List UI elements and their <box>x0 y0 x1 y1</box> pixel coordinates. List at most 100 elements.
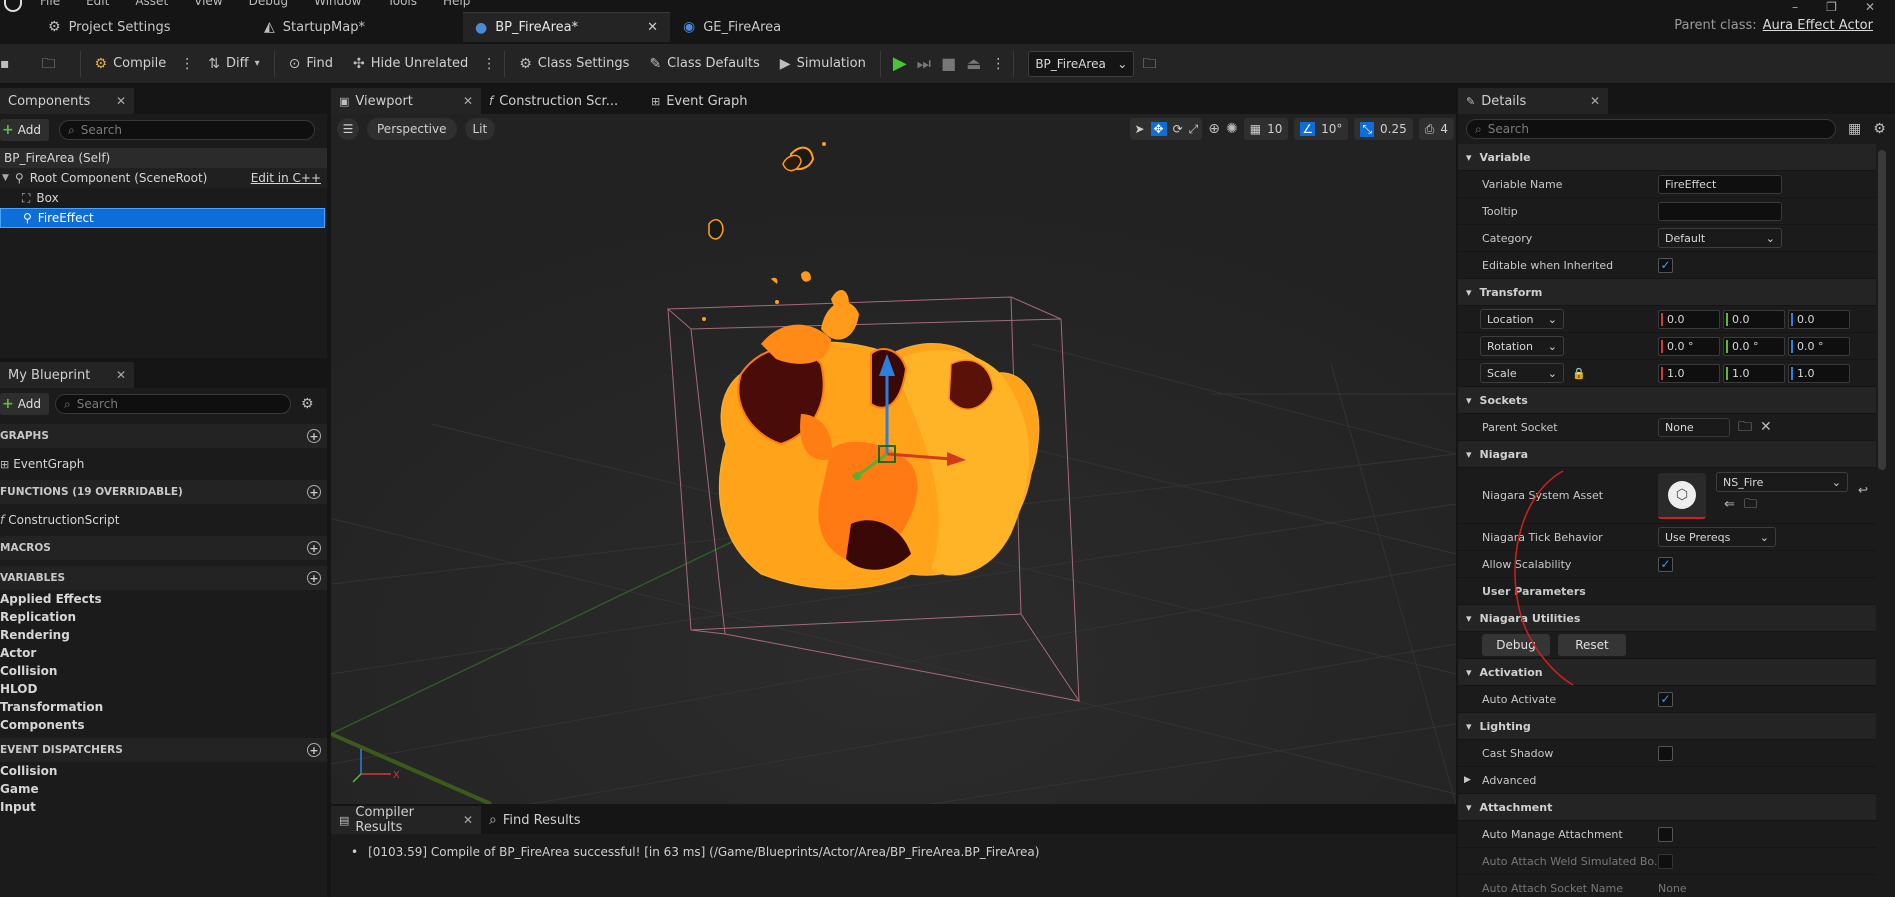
variable-category[interactable]: Replication <box>0 608 327 626</box>
sockets-section-header[interactable]: ▾ Sockets <box>1458 387 1876 414</box>
menu-debug[interactable]: Debug <box>249 0 288 8</box>
reset-to-default-icon[interactable]: ↩ <box>1858 484 1868 496</box>
eject-icon[interactable]: ⏏ <box>966 54 981 73</box>
variable-category[interactable]: Applied Effects <box>0 590 327 608</box>
variable-category[interactable]: Components <box>0 716 327 734</box>
tab-find-results[interactable]: ⌕ Find Results <box>481 806 601 834</box>
diff-button[interactable]: ⇅ Diff ▾ <box>202 49 265 79</box>
rotate-mode-icon[interactable]: ⟳ <box>1173 122 1183 136</box>
parent-socket-field[interactable]: None <box>1658 417 1730 437</box>
lighting-section-header[interactable]: ▾ Lighting <box>1458 713 1876 740</box>
scale-dropdown[interactable]: Scale ⌄ <box>1480 363 1564 383</box>
tab-project-settings[interactable]: ⚙ Project Settings <box>36 12 256 42</box>
viewport[interactable]: X ☰ Perspective Lit ➤ ✥ ⟳ ⤢ ⊕ ✺ ▦ 10 ∠ 1… <box>331 114 1456 804</box>
add-member-button[interactable]: + Add <box>0 393 49 415</box>
variables-header[interactable]: VARIABLES + <box>0 566 327 590</box>
translate-mode-icon[interactable]: ✥ <box>1150 122 1167 136</box>
dispatcher-category[interactable]: Input <box>0 798 327 816</box>
scale-mode-icon[interactable]: ⤢ <box>1189 122 1199 137</box>
variable-category[interactable]: HLOD <box>0 680 327 698</box>
graph-item-eventgraph[interactable]: ⊞ EventGraph <box>0 448 327 480</box>
functions-header[interactable]: FUNCTIONS (19 OVERRIDABLE) + <box>0 480 327 504</box>
compile-options-icon[interactable]: ⋮ <box>180 57 194 71</box>
close-window-icon[interactable]: ✕ <box>1865 0 1875 14</box>
lit-button[interactable]: Lit <box>464 118 496 140</box>
add-component-button[interactable]: + Add <box>0 119 49 141</box>
add-variable-icon[interactable]: + <box>307 571 321 585</box>
rotation-z-field[interactable]: 0.0 ° <box>1788 336 1850 356</box>
grid-snap-button[interactable]: ▦ 10 <box>1243 118 1289 140</box>
gear-icon[interactable]: ⚙ <box>1873 122 1886 136</box>
graphs-header[interactable]: GRAPHS + <box>0 424 327 448</box>
scale-z-field[interactable]: 1.0 <box>1788 363 1850 383</box>
location-y-field[interactable]: 0.0 <box>1723 309 1785 329</box>
variable-category[interactable]: Transformation <box>0 698 327 716</box>
editable-when-inherited-checkbox[interactable]: ✓ <box>1658 257 1673 273</box>
class-settings-button[interactable]: ⚙ Class Settings <box>513 49 635 79</box>
rotation-y-field[interactable]: 0.0 ° <box>1723 336 1785 356</box>
debug-filter-icon[interactable]: 🗀 <box>1142 57 1156 71</box>
tab-my-blueprint[interactable]: My Blueprint ✕ <box>0 362 134 388</box>
details-scrollbar[interactable] <box>1878 150 1886 470</box>
dispatcher-category[interactable]: Game <box>0 780 327 798</box>
variable-section-header[interactable]: ▾ Variable <box>1458 144 1876 171</box>
details-search-input[interactable]: ⌕ Search <box>1466 119 1836 139</box>
rotation-x-field[interactable]: 0.0 ° <box>1658 336 1720 356</box>
expand-arrow-icon[interactable]: ▼ <box>2 173 9 183</box>
compile-button[interactable]: ⚙ Compile <box>89 49 173 79</box>
menu-view[interactable]: View <box>194 0 222 8</box>
save-icon[interactable]: ▪ <box>0 57 10 71</box>
tab-event-graph[interactable]: ⊞ Event Graph <box>643 88 773 114</box>
my-blueprint-search-input[interactable]: ⌕ Search <box>54 394 291 414</box>
dispatcher-category[interactable]: Collision <box>0 762 327 780</box>
scale-y-field[interactable]: 1.0 <box>1723 363 1785 383</box>
find-button[interactable]: ⊙ Find <box>283 49 339 79</box>
function-item-constructionscript[interactable]: f ConstructionScript <box>0 504 327 536</box>
menu-asset[interactable]: Asset <box>135 0 168 8</box>
close-tab-icon[interactable]: ✕ <box>647 20 658 35</box>
maximize-icon[interactable]: ❐ <box>1826 0 1837 14</box>
transform-section-header[interactable]: ▾ Transform <box>1458 279 1876 306</box>
add-dispatcher-icon[interactable]: + <box>307 743 321 757</box>
variable-category[interactable]: Rendering <box>0 626 327 644</box>
browse-icon[interactable]: 🗀 <box>42 57 56 71</box>
category-dropdown[interactable]: Default ⌄ <box>1658 228 1782 248</box>
menu-tools[interactable]: Tools <box>387 0 417 8</box>
table-view-icon[interactable]: ▦ <box>1848 122 1861 136</box>
auto-activate-checkbox[interactable]: ✓ <box>1658 691 1673 707</box>
component-self[interactable]: BP_FireArea (Self) <box>0 148 327 168</box>
allow-scalability-checkbox[interactable]: ✓ <box>1658 556 1673 572</box>
close-icon[interactable]: ✕ <box>1590 94 1600 108</box>
variable-category[interactable]: Collision <box>0 662 327 680</box>
add-graph-icon[interactable]: + <box>307 429 321 443</box>
components-search-input[interactable]: ⌕ Search <box>58 120 315 140</box>
tab-bp-firearea[interactable]: ● BP_FireArea* ✕ <box>463 12 670 42</box>
tab-construction-script[interactable]: f Construction Scr... <box>481 88 643 114</box>
tab-startup-map[interactable]: ◭ StartupMap* <box>252 12 462 42</box>
use-selected-icon[interactable]: ⇐ <box>1724 498 1735 511</box>
attachment-section-header[interactable]: ▾ Attachment <box>1458 794 1876 821</box>
variable-name-field[interactable]: FireEffect <box>1658 174 1782 194</box>
menu-file[interactable]: File <box>40 0 60 8</box>
viewport-menu-button[interactable]: ☰ <box>337 118 359 140</box>
clear-icon[interactable]: ✕ <box>1760 420 1772 434</box>
menu-window[interactable]: Window <box>314 0 361 8</box>
camera-speed-button[interactable]: ⎙ 4 <box>1418 118 1454 140</box>
edit-in-cpp-link[interactable]: Edit in C++ <box>251 171 321 185</box>
stop-icon[interactable]: ■ <box>941 54 956 73</box>
unreal-logo-icon[interactable] <box>4 0 22 12</box>
component-root[interactable]: ▼ ⚲ Root Component (SceneRoot) Edit in C… <box>0 168 327 188</box>
menu-edit[interactable]: Edit <box>86 0 109 8</box>
cast-shadow-checkbox[interactable]: ✓ <box>1658 745 1673 761</box>
variable-category[interactable]: Actor <box>0 644 327 662</box>
component-box[interactable]: ⛶ Box <box>0 188 327 208</box>
tick-behavior-dropdown[interactable]: Use Prereqs ⌄ <box>1658 527 1776 547</box>
close-icon[interactable]: ✕ <box>463 813 473 827</box>
event-dispatchers-header[interactable]: EVENT DISPATCHERS + <box>0 738 327 762</box>
scale-x-field[interactable]: 1.0 <box>1658 363 1720 383</box>
select-mode-icon[interactable]: ➤ <box>1134 122 1144 136</box>
scale-snap-button[interactable]: ⤡ 0.25 <box>1354 118 1413 140</box>
tab-details[interactable]: ✎ Details ✕ <box>1458 88 1608 114</box>
add-function-icon[interactable]: + <box>307 485 321 499</box>
menu-help[interactable]: Help <box>443 0 470 8</box>
